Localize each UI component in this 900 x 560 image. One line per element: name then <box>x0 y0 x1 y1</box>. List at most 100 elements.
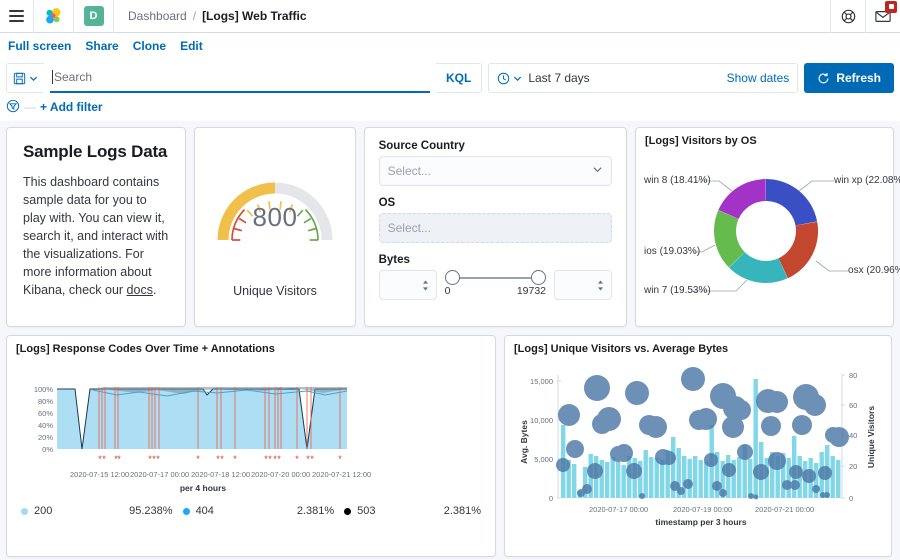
hamburger-menu-button[interactable] <box>0 0 34 33</box>
svg-text:*: * <box>196 454 200 464</box>
menu-item-full-screen[interactable]: Full screen <box>8 39 71 53</box>
bubble-chart-svg: 15,000 10,000 5,000 0 Avg. Bytes 80 60 4… <box>519 367 876 527</box>
quick-select-button[interactable] <box>497 72 522 85</box>
xtick-0: 2020-07-15 12:00 <box>70 470 129 479</box>
show-dates-button[interactable]: Show dates <box>727 71 790 85</box>
panel-title-visitors-by-os: [Logs] Visitors by OS <box>645 135 757 147</box>
xtick-2: 2020-07-18 12:00 <box>191 470 250 479</box>
yaxis-label-unique-visitors: Unique Visitors <box>866 406 876 468</box>
clock-icon <box>498 72 510 84</box>
menu-item-share[interactable]: Share <box>85 39 118 53</box>
unique-visitors-vs-bytes-chart[interactable]: 15,000 10,000 5,000 0 Avg. Bytes 80 60 4… <box>505 357 891 560</box>
ytick-80: 80% <box>38 397 53 406</box>
markdown-text-2: . <box>152 283 157 297</box>
svg-text:*: * <box>220 454 224 464</box>
svg-text:*: * <box>295 454 299 464</box>
legend-item-200[interactable]: 200 95.238% <box>21 505 173 517</box>
y2tick-0: 0 <box>849 494 853 503</box>
avatar: D <box>83 6 104 26</box>
docs-link[interactable]: docs <box>127 283 153 297</box>
legend-value-200: 95.238% <box>129 505 173 517</box>
dashboard-app-menu: Full screen Share Clone Edit <box>0 33 900 59</box>
donut-label-win-xp: win xp (22.08%) <box>834 175 900 186</box>
response-codes-chart[interactable]: 100% 80% 60% 40% 20% 0% * * * * * * * * … <box>7 357 495 505</box>
panel-sample-logs-data: Sample Logs Data This dashboard contains… <box>6 127 187 327</box>
dashboard-row-bottom: [Logs] Response Codes Over Time + Annota… <box>6 335 894 557</box>
panel-title-unique-visitors-vs-bytes: [Logs] Unique Visitors vs. Average Bytes <box>514 343 729 355</box>
ytick-0: 0 <box>549 494 553 503</box>
breadcrumb-separator: / <box>192 9 197 23</box>
source-country-select[interactable]: Select... <box>378 156 613 186</box>
xtick-2: 2020-07-21 00:00 <box>755 505 814 514</box>
legend-item-404[interactable]: 404 2.381% <box>182 505 334 517</box>
notifications-button[interactable] <box>865 0 900 33</box>
markdown-text-1: This dashboard contains sample data for … <box>23 175 169 297</box>
refresh-button[interactable]: Refresh <box>804 63 894 93</box>
filter-options-button[interactable] <box>6 99 20 116</box>
os-label: OS <box>378 197 396 209</box>
save-disk-icon <box>13 72 26 84</box>
add-filter-button[interactable]: + Add filter <box>40 100 103 114</box>
bytes-min-input[interactable] <box>378 270 437 300</box>
legend-label-200: 200 <box>34 505 53 517</box>
stepper-icon[interactable] <box>596 279 605 292</box>
svg-text:*: * <box>156 454 160 464</box>
svg-text:*: * <box>310 454 314 464</box>
slider-knob-min[interactable] <box>444 270 460 285</box>
stepper-icon[interactable] <box>421 279 430 292</box>
xtick-1: 2020-07-17 00:00 <box>130 470 189 479</box>
svg-text:*: * <box>117 454 121 464</box>
chevron-down-icon <box>29 76 38 81</box>
panel-visitors-by-os: [Logs] Visitors by OS win xp (22.08%) os… <box>635 127 900 327</box>
menu-item-clone[interactable]: Clone <box>133 39 166 53</box>
legend-item-503[interactable]: 503 2.381% <box>344 505 481 517</box>
donut-chart[interactable]: win xp (22.08%) osx (20.96%) win 7 (19.5… <box>636 149 900 321</box>
search-input[interactable]: Search <box>50 63 430 93</box>
ytick-15000: 15,000 <box>530 377 553 386</box>
help-button[interactable] <box>830 0 865 33</box>
elastic-home-button[interactable] <box>34 0 74 33</box>
panel-response-codes: [Logs] Response Codes Over Time + Annota… <box>6 335 496 557</box>
refresh-icon <box>818 72 829 83</box>
slider-knob-max[interactable] <box>531 270 547 285</box>
panel-unique-visitors-vs-bytes: [Logs] Unique Visitors vs. Average Bytes… <box>504 335 892 557</box>
breadcrumb-current: [Logs] Web Traffic <box>202 9 307 23</box>
filter-divider: — <box>24 100 36 114</box>
markdown-body: This dashboard contains sample data for … <box>23 173 169 299</box>
response-codes-legend: 200 95.238% 404 2.381% 503 2.381% <box>7 505 495 517</box>
elastic-logo-icon <box>46 7 61 23</box>
ytick-20: 20% <box>38 433 53 442</box>
panel-title-response-codes: [Logs] Response Codes Over Time + Annota… <box>16 343 275 355</box>
xtick-3: 2020-07-20 00:00 <box>251 470 310 479</box>
refresh-label: Refresh <box>836 71 881 85</box>
range-max-value: 19732 <box>516 285 547 297</box>
query-language-button[interactable]: KQL <box>435 63 483 93</box>
range-min-value: 0 <box>444 285 451 297</box>
xtick-4: 2020-07-21 12:00 <box>312 470 371 479</box>
os-select[interactable]: Select... <box>378 213 613 243</box>
gauge-chart[interactable]: 800 <box>211 160 339 246</box>
svg-text:*: * <box>277 454 281 464</box>
y2tick-60: 60 <box>849 401 857 410</box>
menu-item-edit[interactable]: Edit <box>180 39 203 53</box>
panel-unique-visitors-gauge: 800 Unique Visitors <box>194 127 356 327</box>
chevron-down-icon <box>592 164 603 178</box>
ytick-10000: 10,000 <box>530 416 553 425</box>
breadcrumb-dashboard[interactable]: Dashboard <box>128 9 187 23</box>
legend-value-503: 2.381% <box>443 505 482 517</box>
space-avatar-button[interactable]: D <box>74 0 114 33</box>
date-range-value[interactable]: Last 7 days <box>528 71 589 85</box>
ytick-5000: 5,000 <box>534 455 553 464</box>
saved-query-button[interactable] <box>6 63 44 93</box>
source-country-label: Source Country <box>378 140 465 152</box>
legend-label-503: 503 <box>357 505 376 517</box>
chevron-down-icon <box>514 76 522 81</box>
filter-funnel-icon <box>6 99 20 112</box>
date-picker[interactable]: Last 7 days Show dates <box>488 63 799 93</box>
bytes-max-input[interactable] <box>554 270 613 300</box>
bytes-slider[interactable]: 0 19732 <box>444 270 547 297</box>
gauge-value: 800 <box>252 202 298 232</box>
y2tick-20: 20 <box>849 462 857 471</box>
xtick-1: 2020-07-19 00:00 <box>673 505 732 514</box>
top-navigation-bar: D Dashboard / [Logs] Web Traffic <box>0 0 900 33</box>
